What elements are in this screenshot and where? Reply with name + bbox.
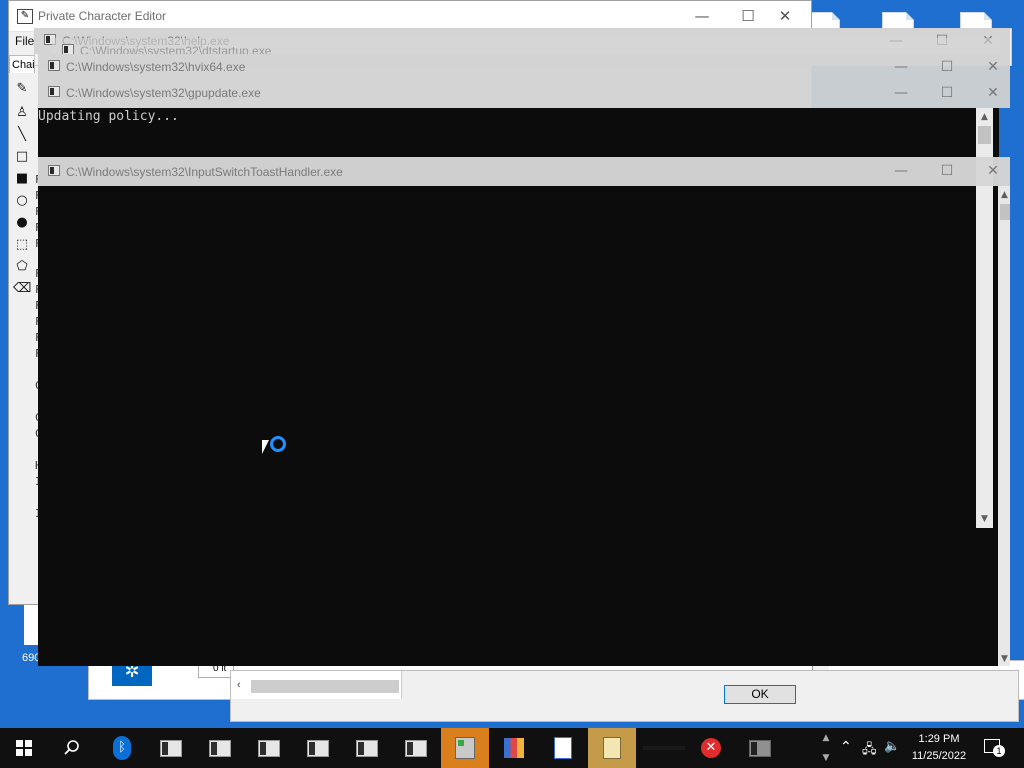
taskbar-console-app[interactable] [294, 728, 342, 768]
pce-minimize-button[interactable]: — [679, 1, 725, 31]
taskbar-document-app[interactable] [539, 728, 587, 768]
console-close-button[interactable]: ✕ [970, 80, 1016, 106]
console-close-button[interactable]: ✕ [970, 54, 1016, 80]
message-dialog[interactable]: ‹ [230, 670, 1019, 722]
console-title-hvix64: C:\Windows\system32\hvix64.exe [66, 60, 246, 74]
console-maximize-button[interactable]: ☐ [924, 80, 970, 106]
busy-cursor-icon [262, 440, 269, 454]
menu-file[interactable]: File [15, 34, 34, 48]
brush-icon[interactable]: ♙ [13, 104, 31, 122]
hollow-rectangle-icon[interactable]: □ [13, 148, 31, 166]
taskbar-console-app[interactable] [343, 728, 391, 768]
console-output-text: Updating policy... [38, 109, 179, 124]
pce-close-button[interactable]: ✕ [762, 1, 808, 31]
console-scrollbar[interactable] [998, 186, 1010, 666]
ok-button[interactable]: OK [724, 685, 796, 704]
console-close-button[interactable]: ✕ [970, 158, 1016, 184]
console-titlebar-hvix64[interactable]: C:\Windows\system32\hvix64.exe — ☐ ✕ [38, 54, 1010, 80]
freeform-selection-icon[interactable]: ⬠ [13, 258, 31, 276]
console-title-inputswitch: C:\Windows\system32\InputSwitchToastHand… [66, 165, 343, 179]
console-minimize-button[interactable]: — [878, 80, 924, 106]
console-title-gpupdate: C:\Windows\system32\gpupdate.exe [66, 86, 261, 100]
scroll-down-arrow[interactable]: ▼ [976, 514, 993, 524]
console-maximize-button[interactable]: ☐ [924, 54, 970, 80]
taskbar-overflow-scroll[interactable]: ▲ ▼ [818, 728, 834, 768]
console-app-icon [405, 739, 427, 757]
hollow-ellipse-icon[interactable]: ○ [13, 192, 31, 210]
network-icon[interactable]: 🖧 [862, 740, 877, 762]
character-tab[interactable]: Chai [9, 55, 35, 73]
taskbar-active-app[interactable] [588, 728, 636, 768]
search-icon [64, 740, 79, 755]
notepad-icon [603, 737, 621, 759]
tool-palette: ✎ ♙ ╲ □ ■ ○ ● ⬚ ⬠ ⌫ [9, 76, 37, 602]
horizontal-scroll-left-arrow[interactable]: ‹ [237, 679, 241, 691]
console-titlebar-gpupdate[interactable]: C:\Windows\system32\gpupdate.exe — ☐ ✕ [38, 80, 1010, 108]
taskbar-console-app[interactable] [736, 728, 784, 768]
start-button[interactable] [0, 728, 48, 768]
taskbar-active-app[interactable] [441, 728, 489, 768]
console-output-area[interactable] [38, 108, 999, 666]
taskbar-console-app[interactable] [147, 728, 195, 768]
taskbar: ᛒ ✕ ▲ ▼ ⌃ 🖧 🔈 1:29 PM 11/25/2022 1 [0, 728, 1024, 768]
notification-center-button[interactable]: 1 [980, 736, 1008, 760]
console-app-icon [48, 165, 60, 176]
clock-date[interactable]: 11/25/2022 [906, 750, 972, 762]
console-titlebar-inputswitch[interactable]: C:\Windows\system32\InputSwitchToastHand… [38, 157, 1010, 186]
taskbar-error-app[interactable]: ✕ [687, 728, 735, 768]
console-app-icon [160, 739, 182, 757]
taskbar-console-app[interactable] [245, 728, 293, 768]
scrollbar-thumb[interactable] [1000, 204, 1010, 220]
pencil-icon[interactable]: ✎ [13, 80, 31, 98]
error-icon: ✕ [701, 738, 721, 758]
console-app-icon [209, 739, 231, 757]
console-maximize-button[interactable]: ☐ [924, 158, 970, 184]
notification-count-badge: 1 [993, 745, 1005, 757]
bluetooth-taskbar-button[interactable]: ᛒ [98, 728, 146, 768]
search-button[interactable] [48, 728, 96, 768]
scrollbar-thumb[interactable] [978, 126, 991, 144]
scroll-up-arrow[interactable]: ▲ [996, 190, 1013, 200]
desktop-app-icon[interactable] [24, 605, 38, 645]
windows-logo-icon [16, 740, 32, 756]
volume-icon[interactable]: 🔈 [884, 739, 900, 754]
console-minimize-button[interactable]: — [878, 54, 924, 80]
pen-app-icon: ✎ [17, 9, 33, 24]
show-hidden-icons-chevron-icon[interactable]: ⌃ [840, 739, 852, 755]
document-icon [554, 737, 572, 759]
console-minimize-button[interactable]: — [878, 158, 924, 184]
rectangular-selection-icon[interactable]: ⬚ [13, 236, 31, 254]
pce-title: Private Character Editor [38, 9, 167, 23]
scroll-down-arrow[interactable]: ▼ [996, 654, 1013, 664]
eraser-icon[interactable]: ⌫ [13, 280, 31, 298]
line-icon[interactable]: ╲ [13, 126, 31, 144]
console-app-icon [48, 86, 60, 97]
resource-blocks-icon [504, 738, 524, 758]
clock-time[interactable]: 1:29 PM [906, 733, 972, 745]
filled-rectangle-icon[interactable]: ■ [13, 170, 31, 188]
bluetooth-icon: ᛒ [113, 736, 131, 760]
taskbar-console-app[interactable] [196, 728, 244, 768]
filled-ellipse-icon[interactable]: ● [13, 214, 31, 232]
taskbar-blank-app[interactable] [640, 728, 688, 768]
console-app-icon [48, 60, 60, 71]
console-app-icon [356, 739, 378, 757]
package-app-icon [455, 737, 475, 759]
console-app-icon [307, 739, 329, 757]
console-app-icon [258, 739, 280, 757]
taskbar-console-app[interactable] [392, 728, 440, 768]
scroll-up-arrow[interactable]: ▲ [976, 112, 993, 122]
horizontal-scrollbar-thumb[interactable] [251, 680, 399, 693]
app-icon [643, 746, 685, 750]
console-app-icon [749, 739, 771, 757]
loading-ring-icon [270, 436, 286, 452]
taskbar-resource-app[interactable] [490, 728, 538, 768]
